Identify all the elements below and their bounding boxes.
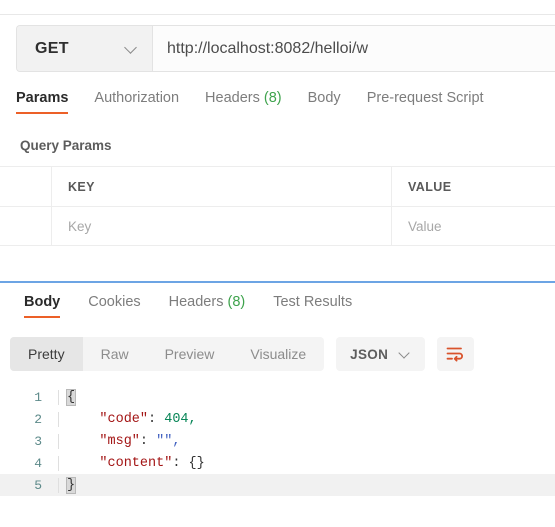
line-number: 2 [34,411,42,427]
code-line-content: "content": {} [58,455,555,471]
request-url-bar: GET http://localhost:8082/helloi/w [16,25,555,72]
tab-headers-count: (8) [263,90,282,106]
json-key: "content" [99,455,173,471]
param-value-placeholder: Value [408,218,442,234]
line-number: 4 [34,455,42,471]
code-line-content: { [58,388,555,406]
json-object-value: {} [188,455,205,471]
code-line-row: 2 "code": 404, [0,408,555,430]
tab-params[interactable]: Params [16,90,69,114]
response-tab-cookies[interactable]: Cookies [88,294,140,318]
tab-authorization[interactable]: Authorization [94,90,179,114]
param-key-input[interactable]: Key [52,207,392,245]
json-string-value: "" [156,433,173,449]
column-header-key: KEY [52,167,392,206]
code-line-row: 1 { [0,386,555,408]
wrap-lines-button[interactable] [437,337,475,371]
json-number-value: 404 [164,411,189,427]
format-mode-visualize[interactable]: Visualize [232,337,324,371]
response-tab-test-results[interactable]: Test Results [273,294,352,318]
line-number: 5 [34,477,42,493]
response-language-label: JSON [350,346,389,362]
response-tab-headers-label: Headers [168,294,224,310]
response-tab-body-label: Body [24,294,61,310]
response-body-viewer[interactable]: 1 { 2 "code": 404, 3 "msg": "", 4 "conte… [0,386,555,504]
tab-params-label: Params [16,90,69,106]
top-divider [0,14,555,15]
format-mode-pretty[interactable]: Pretty [10,337,83,371]
format-mode-raw[interactable]: Raw [83,337,147,371]
response-format-toolbar: Pretty Raw Preview Visualize JSON [10,337,475,371]
json-open-brace: { [65,388,77,406]
postman-request-response-pane: GET http://localhost:8082/helloi/w Param… [0,0,555,527]
pane-resize-handle[interactable] [0,281,555,283]
response-language-selector[interactable]: JSON [336,337,426,371]
request-url-input[interactable]: http://localhost:8082/helloi/w [153,26,555,71]
wrap-lines-icon [446,347,464,362]
query-params-table: KEY VALUE Key Value [0,166,555,246]
response-tab-headers[interactable]: Headers (8) [169,294,246,318]
query-params-title: Query Params [20,138,112,153]
tab-headers-label: Headers [205,90,260,106]
code-line-row: 4 "content": {} [0,452,555,474]
http-method-label: GET [35,39,69,57]
param-key-placeholder: Key [68,218,92,234]
chevron-down-icon [400,349,411,360]
table-row[interactable]: Key Value [0,206,555,246]
tab-headers[interactable]: Headers (8) [205,90,282,114]
line-number: 3 [34,433,42,449]
line-number: 1 [34,389,42,405]
response-tab-test-results-label: Test Results [273,294,353,310]
tab-pre-request-script-label: Pre-request Script [366,90,484,106]
row-checkbox-cell[interactable] [0,207,52,245]
tab-authorization-label: Authorization [94,90,180,106]
response-tabs: Body Cookies Headers (8) Test Results [10,294,366,318]
http-method-selector[interactable]: GET [17,26,153,71]
column-header-value: VALUE [408,179,452,194]
response-tab-cookies-label: Cookies [88,294,141,310]
response-tab-headers-count: (8) [227,294,246,310]
code-line-row: 5 } [0,474,555,496]
tab-pre-request-script[interactable]: Pre-request Script [367,90,484,114]
table-header-row: KEY VALUE [0,166,555,206]
code-line-content: "msg": "", [58,433,555,449]
select-all-cell[interactable] [0,167,52,206]
json-close-brace: } [65,476,77,494]
code-line-content: } [58,476,555,494]
json-key: "msg" [99,433,140,449]
format-mode-preview[interactable]: Preview [147,337,233,371]
response-tab-body[interactable]: Body [24,294,61,318]
code-line-content: "code": 404, [58,411,555,427]
chevron-down-icon [125,42,138,55]
request-tabs: Params Authorization Headers (8) Body Pr… [16,90,510,114]
tab-body-label: Body [307,90,341,106]
param-value-input[interactable]: Value [392,207,555,245]
code-line-row: 3 "msg": "", [0,430,555,452]
json-key: "code" [99,411,149,427]
format-mode-group: Pretty Raw Preview Visualize [10,337,325,371]
tab-body[interactable]: Body [308,90,341,114]
